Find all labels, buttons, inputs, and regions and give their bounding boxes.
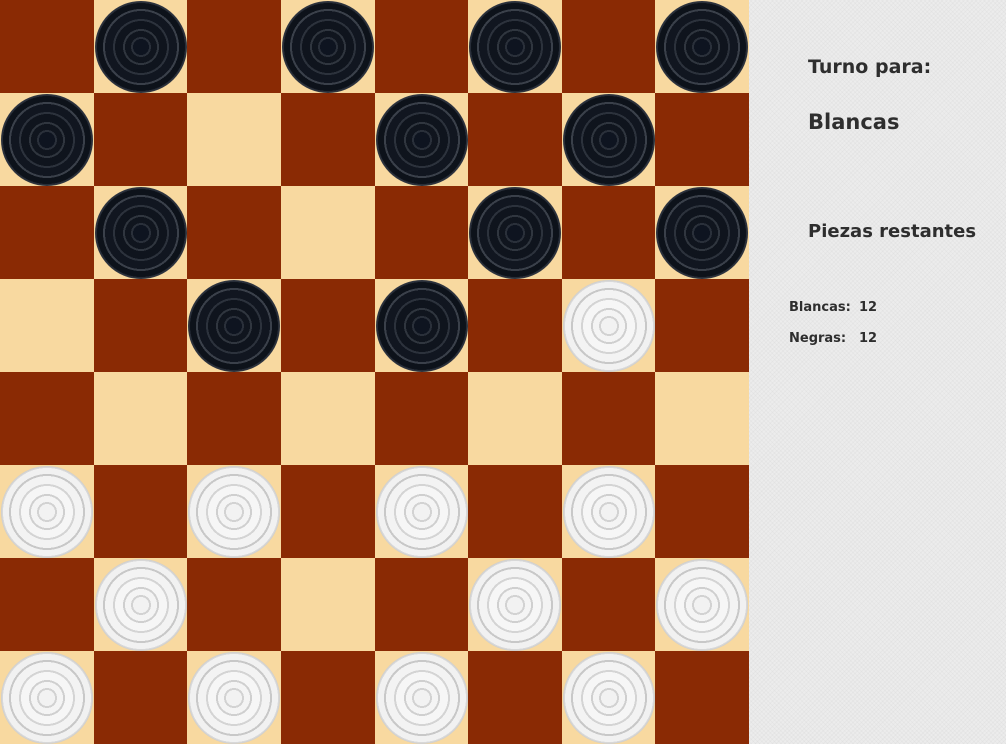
board-square[interactable] <box>94 0 187 93</box>
board-square[interactable] <box>655 558 749 651</box>
board-square[interactable] <box>468 372 562 465</box>
board-square[interactable] <box>187 279 281 372</box>
board-square[interactable] <box>0 279 94 372</box>
board-square[interactable] <box>281 465 375 558</box>
board-square[interactable] <box>375 465 468 558</box>
white-piece[interactable] <box>562 279 655 372</box>
board-square[interactable] <box>281 651 375 744</box>
white-piece[interactable] <box>562 465 655 558</box>
black-piece[interactable] <box>94 0 187 93</box>
board-square[interactable] <box>281 558 375 651</box>
board-square[interactable] <box>468 93 562 186</box>
board-square[interactable] <box>655 372 749 465</box>
board-square[interactable] <box>94 279 187 372</box>
board-square[interactable] <box>187 186 281 279</box>
black-piece[interactable] <box>282 0 374 93</box>
board-square[interactable] <box>0 558 94 651</box>
board-square[interactable] <box>375 0 468 93</box>
black-piece[interactable] <box>375 93 468 186</box>
board-square[interactable] <box>94 93 187 186</box>
board-square[interactable] <box>468 186 562 279</box>
board-square[interactable] <box>375 372 468 465</box>
board-square[interactable] <box>375 186 468 279</box>
board-square[interactable] <box>0 372 94 465</box>
board-square[interactable] <box>0 186 94 279</box>
board-square[interactable] <box>655 93 749 186</box>
board-square[interactable] <box>562 651 655 744</box>
board-square[interactable] <box>94 651 187 744</box>
white-piece[interactable] <box>1 465 93 558</box>
board-square[interactable] <box>0 93 94 186</box>
board-square[interactable] <box>94 372 187 465</box>
white-piece[interactable] <box>375 651 468 744</box>
pieces-remaining-heading: Piezas restantes <box>808 221 977 242</box>
board-square[interactable] <box>655 465 749 558</box>
board-square[interactable] <box>187 0 281 93</box>
board-square[interactable] <box>562 186 655 279</box>
board-square[interactable] <box>375 93 468 186</box>
board-square[interactable] <box>187 558 281 651</box>
black-piece[interactable] <box>375 279 468 372</box>
board-square[interactable] <box>281 372 375 465</box>
board-square[interactable] <box>562 279 655 372</box>
white-piece[interactable] <box>188 651 280 744</box>
board-square[interactable] <box>468 0 562 93</box>
white-piece[interactable] <box>656 558 748 651</box>
board-square[interactable] <box>187 651 281 744</box>
board-square[interactable] <box>468 651 562 744</box>
board-square[interactable] <box>94 558 187 651</box>
black-piece[interactable] <box>94 186 187 279</box>
black-piece[interactable] <box>469 186 561 279</box>
turn-value: Blancas <box>808 110 900 134</box>
white-count-label: Blancas: <box>789 300 851 315</box>
board-square[interactable] <box>281 186 375 279</box>
board-square[interactable] <box>281 93 375 186</box>
board-square[interactable] <box>94 465 187 558</box>
white-piece[interactable] <box>94 558 187 651</box>
black-piece[interactable] <box>656 186 748 279</box>
board-square[interactable] <box>375 279 468 372</box>
black-count-label: Negras: <box>789 331 847 346</box>
board-square[interactable] <box>655 186 749 279</box>
board-square[interactable] <box>281 0 375 93</box>
board-square[interactable] <box>562 558 655 651</box>
checkers-board <box>0 0 749 744</box>
board-square[interactable] <box>562 0 655 93</box>
white-piece[interactable] <box>188 465 280 558</box>
turn-heading: Turno para: <box>808 56 932 78</box>
black-piece[interactable] <box>562 93 655 186</box>
board-square[interactable] <box>281 279 375 372</box>
board-square[interactable] <box>468 558 562 651</box>
board-square[interactable] <box>562 465 655 558</box>
board-square[interactable] <box>468 279 562 372</box>
black-piece[interactable] <box>469 0 561 93</box>
white-piece[interactable] <box>469 558 561 651</box>
black-piece[interactable] <box>188 279 280 372</box>
white-piece[interactable] <box>375 465 468 558</box>
black-piece[interactable] <box>1 93 93 186</box>
board-square[interactable] <box>468 465 562 558</box>
board-square[interactable] <box>0 0 94 93</box>
board-square[interactable] <box>655 279 749 372</box>
board-square[interactable] <box>0 651 94 744</box>
board-square[interactable] <box>94 186 187 279</box>
black-count-value: 12 <box>859 331 878 346</box>
board-square[interactable] <box>375 558 468 651</box>
white-count-value: 12 <box>859 300 878 315</box>
white-piece[interactable] <box>1 651 93 744</box>
white-piece[interactable] <box>562 651 655 744</box>
board-square[interactable] <box>655 0 749 93</box>
black-piece[interactable] <box>656 0 748 93</box>
board-square[interactable] <box>375 651 468 744</box>
board-square[interactable] <box>0 465 94 558</box>
board-square[interactable] <box>187 93 281 186</box>
board-square[interactable] <box>187 465 281 558</box>
board-square[interactable] <box>562 372 655 465</box>
board-square[interactable] <box>562 93 655 186</box>
board-square[interactable] <box>187 372 281 465</box>
board-square[interactable] <box>655 651 749 744</box>
